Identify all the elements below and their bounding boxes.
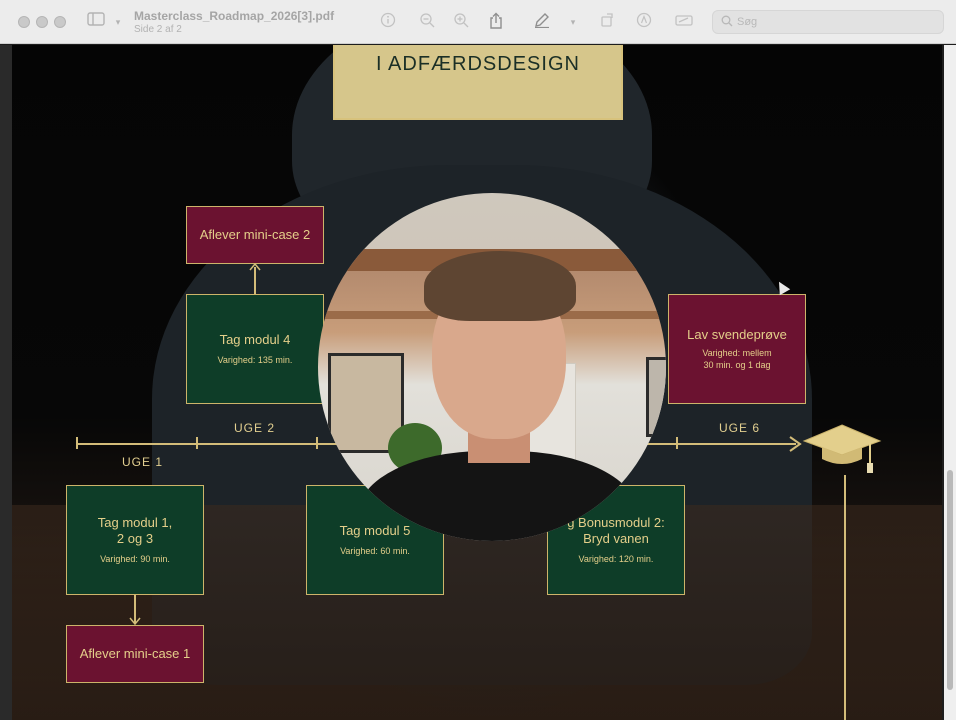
form-fill-icon[interactable]: [674, 12, 694, 32]
sidebar-toggle-icon[interactable]: [86, 12, 106, 32]
box-title: 2 og 3: [116, 531, 154, 546]
week-label-uge6: UGE 6: [719, 421, 761, 435]
share-icon[interactable]: [486, 12, 506, 32]
rotate-icon[interactable]: [597, 12, 617, 32]
search-placeholder: Søg: [737, 16, 758, 28]
box-duration: Varighed: 90 min.: [100, 554, 170, 564]
close-window-button[interactable]: [18, 16, 30, 28]
roadmap-title: I ADFÆRDSDESIGN: [376, 53, 580, 75]
timeline-arrow-icon: [789, 436, 802, 452]
box-title: Aflever mini-case 1: [79, 646, 191, 661]
video-wall-picture: [646, 357, 666, 437]
box-duration: Varighed: 60 min.: [340, 546, 410, 556]
timeline-tick: [316, 437, 318, 449]
box-tag-modul-4: Tag modul 4 Varighed: 135 min.: [186, 294, 324, 404]
zoom-window-button[interactable]: [54, 16, 66, 28]
box-tag-modul-1-2-3: Tag modul 1, 2 og 3 Varighed: 90 min.: [66, 485, 204, 595]
box-lav-svendeprove: Lav svendeprøve Varighed: mellem 30 min.…: [668, 294, 806, 404]
cap-connector-line: [844, 475, 846, 720]
window-toolbar: ▾ Masterclass_Roadmap_2026[3].pdf Side 2…: [0, 0, 956, 44]
timeline-tick: [76, 437, 78, 449]
minimize-window-button[interactable]: [36, 16, 48, 28]
document-title: Masterclass_Roadmap_2026[3].pdf: [134, 9, 335, 23]
highlight-icon[interactable]: [634, 12, 654, 32]
roadmap-title-box: I ADFÆRDSDESIGN: [333, 45, 623, 120]
presenter-video-overlay[interactable]: [318, 193, 666, 541]
scrollbar-thumb[interactable]: [947, 470, 953, 690]
box-duration: Varighed: mellem: [702, 348, 772, 358]
box-title: Lav svendeprøve: [687, 327, 787, 342]
chevron-down-icon[interactable]: ▾: [563, 12, 583, 32]
graduation-cap-icon: [802, 424, 882, 473]
timeline-tick: [196, 437, 198, 449]
page-gutter: [0, 45, 12, 720]
document-page-indicator: Side 2 af 2: [134, 24, 182, 35]
presenter-hair: [424, 251, 576, 321]
box-aflever-mini-case-1: Aflever mini-case 1: [66, 625, 204, 683]
zoom-in-icon[interactable]: [451, 12, 471, 32]
box-title: Tag modul 1,: [97, 515, 173, 530]
week-label-uge1: UGE 1: [122, 455, 164, 469]
box-duration: 30 min. og 1 dag: [703, 360, 771, 370]
box-duration: Varighed: 135 min.: [217, 355, 293, 365]
info-icon[interactable]: [378, 12, 398, 32]
pdf-page: I ADFÆRDSDESIGN UGE 1 UGE 2 UGE 6 Afleve…: [12, 45, 942, 720]
zoom-out-icon[interactable]: [417, 12, 437, 32]
timeline-tick: [676, 437, 678, 449]
connector-line: [254, 267, 256, 295]
vertical-scrollbar[interactable]: [944, 45, 956, 720]
search-icon: [721, 15, 735, 29]
week-label-uge2: UGE 2: [234, 421, 276, 435]
arrow-up-icon: [249, 263, 261, 271]
arrow-down-icon: [129, 617, 141, 625]
box-duration: Varighed: 120 min.: [578, 554, 654, 564]
markup-pen-icon[interactable]: [532, 12, 552, 32]
box-aflever-mini-case-2: Aflever mini-case 2: [186, 206, 324, 264]
chevron-down-icon[interactable]: ▾: [108, 12, 128, 32]
search-field[interactable]: Søg: [712, 10, 944, 34]
box-title: Tag modul 4: [219, 332, 291, 347]
box-title: Aflever mini-case 2: [199, 227, 311, 242]
